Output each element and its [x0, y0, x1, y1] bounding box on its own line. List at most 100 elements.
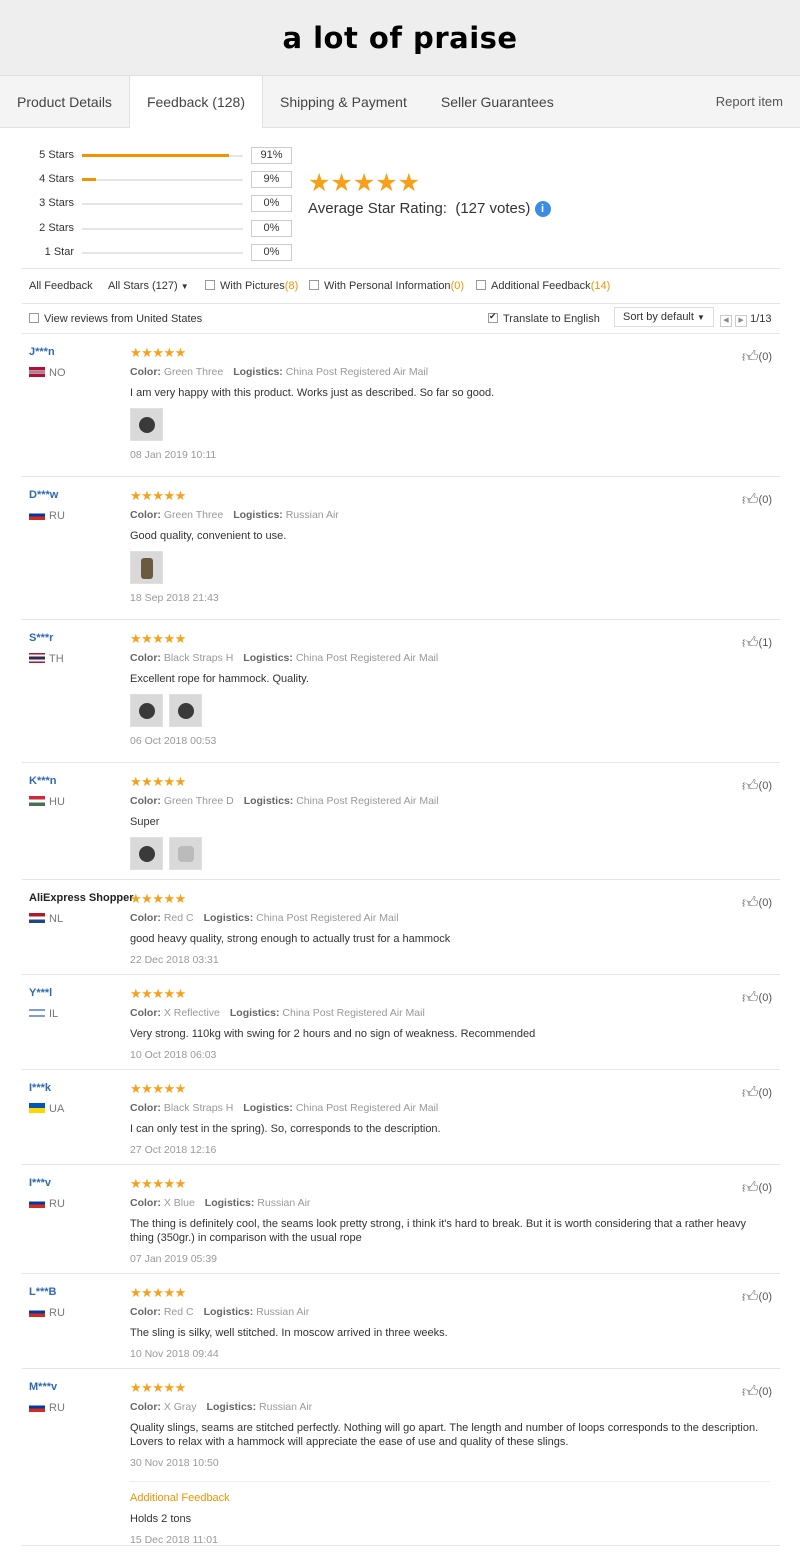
all-feedback-tab[interactable]: All Feedback — [29, 280, 93, 292]
banner-title: a lot of praise — [282, 20, 518, 55]
rating-bar-fill — [82, 154, 229, 157]
review-photo[interactable] — [130, 837, 163, 870]
reviewer-name[interactable]: L***B — [29, 1286, 57, 1298]
rating-bar-5[interactable]: 5 Stars 91% — [0, 147, 300, 164]
rating-bar-4[interactable]: 4 Stars 9% — [0, 171, 300, 188]
reviewer-name[interactable]: I***v — [29, 1177, 51, 1189]
flag-icon — [29, 653, 45, 663]
rating-bar-track — [82, 252, 243, 254]
prev-page-icon[interactable]: ◀ — [720, 315, 732, 327]
color-value: X Gray — [163, 1401, 197, 1413]
helpful-button[interactable]: 👍︎(0) — [742, 1288, 772, 1307]
review-stars: ★★★★★ — [130, 1081, 186, 1096]
tab-shipping-payment[interactable]: Shipping & Payment — [263, 76, 424, 127]
sort-label: Sort by default — [623, 311, 694, 323]
color-value: Black Straps H — [163, 652, 234, 664]
helpful-count: (0) — [758, 1182, 772, 1194]
review-photo[interactable] — [169, 837, 202, 870]
logistics-label: Logistics: — [203, 912, 254, 924]
reviewer-country: NL — [29, 913, 63, 925]
logistics-label: Logistics: — [206, 1401, 257, 1413]
with-personal-info-filter[interactable]: With Personal Information(0) — [309, 280, 464, 292]
color-value: Green Three — [163, 509, 224, 521]
report-item-link[interactable]: Report item — [699, 76, 800, 127]
logistics-label: Logistics: — [243, 652, 293, 664]
review-photo[interactable] — [130, 408, 163, 441]
info-icon[interactable]: i — [534, 201, 551, 217]
rating-bar-percent: 0% — [251, 195, 292, 212]
review-text: I can only test in the spring). So, corr… — [130, 1123, 441, 1135]
reviewer-name[interactable]: K***n — [29, 775, 57, 787]
with-pictures-filter[interactable]: With Pictures(8) — [205, 280, 298, 292]
logistics-label: Logistics: — [243, 795, 294, 807]
additional-feedback-text: Holds 2 tons — [130, 1513, 192, 1525]
reviewer-country: RU — [29, 510, 65, 522]
helpful-button[interactable]: 👍︎(0) — [742, 348, 772, 367]
flag-icon — [29, 367, 45, 377]
review-item: Y***l IL ★★★★★ Color: X Reflective Logist… — [22, 975, 780, 1070]
rating-bar-2[interactable]: 2 Stars 0% — [0, 220, 300, 237]
logistics-value: Russian Air — [257, 1197, 311, 1209]
review-meta: Color: X Blue Logistics: Russian Air — [130, 1197, 770, 1209]
color-value: Red C — [163, 912, 194, 924]
helpful-button[interactable]: 👍︎(0) — [742, 491, 772, 510]
reviewer-name[interactable]: J***n — [29, 346, 55, 358]
checkbox-icon — [476, 280, 486, 290]
helpful-button[interactable]: 👍︎(0) — [742, 1383, 772, 1402]
color-label: Color: — [130, 1102, 161, 1114]
rating-bar-track — [82, 228, 243, 230]
helpful-count: (0) — [758, 1386, 772, 1398]
helpful-button[interactable]: 👍︎(0) — [742, 777, 772, 796]
logistics-label: Logistics: — [233, 366, 283, 378]
helpful-button[interactable]: 👍︎(0) — [742, 1084, 772, 1103]
flag-icon — [29, 1103, 45, 1113]
review-stars: ★★★★★ — [130, 631, 186, 646]
tab-seller-guarantees[interactable]: Seller Guarantees — [424, 76, 571, 127]
thumbs-up-icon: 👍︎ — [741, 635, 759, 652]
sort-dropdown[interactable]: Sort by default ▼ — [614, 307, 714, 327]
color-label: Color: — [130, 795, 161, 807]
reviewer-name[interactable]: I***k — [29, 1082, 51, 1094]
review-stars: ★★★★★ — [130, 774, 186, 789]
color-label: Color: — [130, 366, 161, 378]
additional-feedback-filter[interactable]: Additional Feedback(14) — [476, 280, 610, 292]
review-stars: ★★★★★ — [130, 891, 186, 906]
all-stars-dropdown[interactable]: All Stars (127) ▼ — [108, 280, 189, 292]
reviewer-name[interactable]: D***w — [29, 489, 58, 501]
rating-bar-label: 3 Stars — [39, 197, 74, 209]
rating-bar-1[interactable]: 1 Star 0% — [0, 244, 300, 261]
helpful-button[interactable]: 👍︎(1) — [742, 634, 772, 653]
review-text: Quality slings, seams are stitched perfe… — [130, 1422, 759, 1448]
reviewer-name[interactable]: S***r — [29, 632, 53, 644]
reviewer-country: NO — [29, 367, 66, 379]
translate-toggle[interactable]: Translate to English — [488, 311, 600, 325]
review-photo[interactable] — [169, 694, 202, 727]
reviewer-name[interactable]: Y***l — [29, 987, 52, 999]
flag-icon — [29, 796, 45, 806]
review-item: I***k UA ★★★★★ Color: Black Straps H Logi… — [22, 1070, 780, 1165]
review-photo[interactable] — [130, 551, 163, 584]
color-label: Color: — [130, 652, 161, 664]
rating-bar-3[interactable]: 3 Stars 0% — [0, 195, 300, 212]
with-personal-info-count: (0) — [450, 280, 465, 292]
average-rating-label: Average Star Rating: — [308, 200, 447, 217]
helpful-button[interactable]: 👍︎(0) — [742, 989, 772, 1008]
tab-feedback[interactable]: Feedback (128) — [128, 76, 263, 128]
flag-icon — [29, 913, 45, 923]
helpful-button[interactable]: 👍︎(0) — [742, 1179, 772, 1198]
rating-bar-label: 1 Star — [44, 246, 74, 258]
reviewer-name[interactable]: AliExpress Shopper — [29, 892, 134, 904]
review-photo[interactable] — [130, 694, 163, 727]
rating-bar-label: 4 Stars — [39, 173, 74, 185]
review-meta: Color: Green Three Logistics: China Post … — [130, 366, 780, 378]
next-page-icon[interactable]: ▶ — [735, 315, 748, 327]
view-us-filter[interactable]: View reviews from United States — [29, 313, 202, 325]
rating-bar-percent: 0% — [251, 220, 292, 237]
reviewer-name[interactable]: M***v — [29, 1381, 57, 1393]
review-date: 10 Oct 2018 06:03 — [130, 1049, 217, 1061]
helpful-button[interactable]: 👍︎(0) — [742, 894, 772, 913]
country-code: TH — [49, 653, 64, 665]
tab-product-details[interactable]: Product Details — [0, 76, 129, 127]
thumbs-up-icon: 👍︎ — [741, 1384, 759, 1401]
reviewer-country: UA — [29, 1103, 64, 1115]
